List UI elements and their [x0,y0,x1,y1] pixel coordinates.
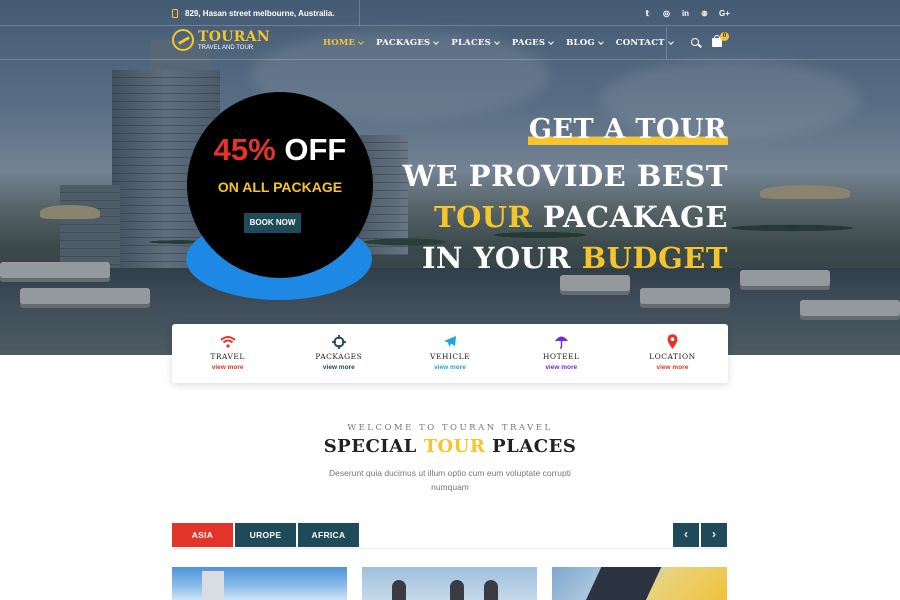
nav-home[interactable]: HOME [323,38,364,48]
view-more-link[interactable]: view more [283,364,394,371]
view-more-link[interactable]: view more [617,364,728,371]
feature-title: VEHICLE [429,352,471,361]
umbrella-icon [506,334,617,349]
nav-contact-label: CONTACT [615,38,665,48]
hero-line-3-start: IN YOUR [421,241,571,275]
offer-off-label: OFF [284,132,347,167]
chevron-down-icon [433,38,440,45]
brand-name: TOURAN [198,28,270,45]
nav-packages[interactable]: PACKAGES [376,38,440,48]
hero-line-1: WE PROVIDE BEST [402,159,728,193]
offer-percent-value: 45% [213,132,276,167]
feature-vehicle[interactable]: VEHICLE view more [394,324,505,383]
hero-highlight-budget: BUDGET [581,241,728,275]
nav-blog-label: BLOG [566,38,595,48]
nav-places-label: PLACES [451,38,491,48]
chevron-down-icon [548,38,555,45]
feature-title: HOTEEL [542,352,580,361]
place-card-image[interactable] [362,567,537,600]
google-plus-icon[interactable]: G+ [719,9,730,18]
feature-location[interactable]: LOCATION view more [617,324,728,383]
book-now-button[interactable]: BOOK NOW [244,213,301,233]
feature-title: PACKAGES [315,352,363,361]
chevron-down-icon [358,38,364,45]
tab-urope[interactable]: UROPE [235,523,296,547]
crosshair-icon [283,334,394,349]
chevron-down-icon [597,38,604,45]
prev-arrow-button[interactable]: ‹ [673,523,699,547]
section-title-start: SPECIAL [323,436,417,457]
region-tabs: ASIA UROPE AFRICA [172,523,359,547]
section-description: Deserunt quia ducimus ut illum optio cum… [329,468,571,492]
compass-logo-icon [172,29,194,51]
nav-pages-label: PAGES [511,38,546,48]
nav-places[interactable]: PLACES [451,38,500,48]
section-title: SPECIAL TOUR PLACES [0,436,900,457]
search-icon[interactable] [691,38,699,46]
carousel-arrows: ‹ › [673,523,727,547]
instagram-icon[interactable]: ◎ [662,9,671,18]
nav-blog[interactable]: BLOG [566,38,604,48]
feature-hotel[interactable]: HOTEEL view more [506,324,617,383]
wifi-icon [172,334,283,349]
tabs-underline [172,548,728,549]
address-block: 829, Hasan street melbourne, Australia. [172,0,360,26]
view-more-link[interactable]: view more [506,364,617,371]
hero-line-2: TOUR PACAKAGE [434,200,728,234]
offer-circle: 45% OFF ON ALL PACKAGE BOOK NOW [187,92,373,278]
cart-count-badge: 0 [720,32,729,41]
tab-africa[interactable]: AFRICA [298,523,359,547]
map-pin-icon [617,334,728,349]
linkedin-icon[interactable]: in [681,9,690,18]
phone-icon [172,8,178,18]
nav-home-label: HOME [323,38,356,48]
feature-title: LOCATION [649,352,696,361]
twitter-icon[interactable]: 𝕥 [643,9,652,18]
hero-line-3: IN YOUR BUDGET [422,241,728,275]
offer-percent: 45% OFF [187,132,373,168]
next-arrow-button[interactable]: › [701,523,727,547]
brand-tagline: TRAVEL AND TOUR [198,44,254,51]
view-more-link[interactable]: view more [172,364,283,371]
nav-divider [666,27,667,59]
hiker [484,580,498,600]
logo[interactable]: TOURAN TRAVEL AND TOUR [172,29,270,51]
nav-packages-label: PACKAGES [376,38,431,48]
main-menu: HOME PACKAGES PLACES PAGES BLOG CONTACT [323,27,674,59]
feature-travel[interactable]: TRAVEL view more [172,324,283,383]
section-title-end: PLACES [492,436,577,457]
sail [582,567,662,600]
section-title-highlight: TOUR [423,436,486,457]
main-navbar: TOURAN TRAVEL AND TOUR HOME PACKAGES PLA… [0,27,900,60]
section-kicker: WELCOME TO TOURAN TRAVEL [347,423,553,433]
offer-subtitle: ON ALL PACKAGE [217,179,343,195]
place-card-image[interactable] [172,567,347,600]
address-text: 829, Hasan street melbourne, Australia. [185,8,335,18]
chevron-down-icon [494,38,500,45]
logo-text: TOURAN TRAVEL AND TOUR [198,30,270,51]
hero-kicker: GET A TOUR [527,114,728,145]
feature-title: TRAVEL [210,352,245,361]
building [202,571,224,600]
nav-contact[interactable]: CONTACT [615,38,674,48]
nav-pages[interactable]: PAGES [511,38,555,48]
hiker [392,580,406,600]
tab-asia[interactable]: ASIA [172,523,233,547]
feature-packages[interactable]: PACKAGES view more [283,324,394,383]
top-bar: 829, Hasan street melbourne, Australia. … [0,0,900,26]
place-card-image[interactable] [552,567,727,600]
social-links: 𝕥 ◎ in ⊛ G+ [643,0,730,26]
features-card: TRAVEL view more PACKAGES view more VEHI… [172,324,728,383]
hero-highlight-tour: TOUR [433,200,533,234]
hiker [450,580,464,600]
chevron-down-icon [667,38,674,45]
airplane-icon [394,334,505,349]
view-more-link[interactable]: view more [394,364,505,371]
hero-line-2-rest: PACAKAGE [542,200,728,234]
dribbble-icon[interactable]: ⊛ [700,9,709,18]
